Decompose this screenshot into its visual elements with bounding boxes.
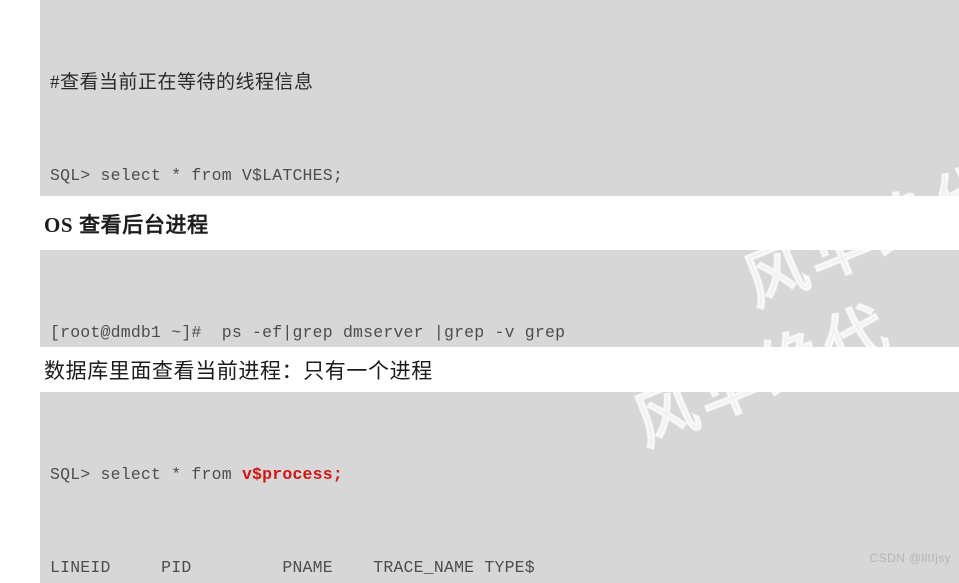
section-heading-os: OS 查看后台进程 — [44, 213, 209, 237]
sql-keyword-vprocess: v$process; — [241, 465, 343, 484]
code-line-select: SQL> select * from v$process; — [50, 459, 959, 490]
document-page: #查看当前正在等待的线程信息 SQL> select * from V$LATC… — [0, 0, 959, 583]
code-block-ps: [root@dmdb1 ~]# ps -ef|grep dmserver |gr… — [40, 250, 959, 347]
code-line: SQL> select * from V$LATCHES; — [50, 166, 343, 185]
section-heading-db: 数据库里面查看当前进程：只有一个进程 — [44, 359, 433, 383]
code-block-vprocess: SQL> select * from v$process; LINEID PID… — [40, 392, 959, 583]
code-line: [root@dmdb1 ~]# ps -ef|grep dmserver |gr… — [50, 323, 566, 342]
code-block-latches: #查看当前正在等待的线程信息 SQL> select * from V$LATC… — [40, 0, 959, 196]
code-line-prefix: SQL> select * from — [50, 465, 242, 484]
code-line: #查看当前正在等待的线程信息 — [50, 72, 314, 93]
code-line-headers: LINEID PID PNAME TRACE_NAME TYPE$ — [50, 558, 535, 577]
